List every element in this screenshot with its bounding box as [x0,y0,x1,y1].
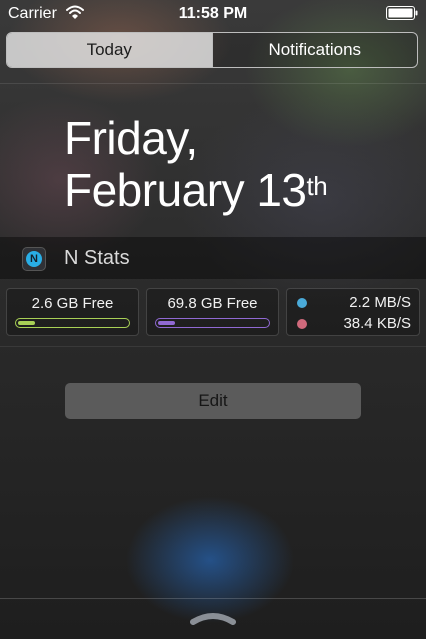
storage-card-2[interactable]: 69.8 GB Free [146,288,279,336]
status-time: 11:58 PM [178,5,248,22]
download-dot [297,298,307,308]
storage-free-value: 69.8 GB Free [167,295,258,312]
network-row-download: 2.2 MB/S [287,293,419,313]
battery-icon [386,6,418,20]
divider [0,598,426,599]
storage-free-value: 2.6 GB Free [31,295,114,312]
app-icon-letter: N [26,251,42,267]
network-row-upload: 38.4 KB/S [287,314,419,334]
date-ordinal-suffix: th [306,171,328,201]
date-weekday: Friday, [64,112,198,164]
download-speed: 2.2 MB/S [349,294,411,311]
storage-usage-fill [158,321,175,325]
widget-title: N Stats [64,247,130,269]
stats-widget: 2.6 GB Free 69.8 GB Free 2.2 MB/S 38.4 K… [6,288,420,338]
nstats-app-icon: N [22,247,46,271]
status-bar: Carrier 11:58 PM [0,0,426,28]
widget-header[interactable]: N N Stats [0,237,426,279]
today-notifications-segmented-control: Today Notifications [6,32,418,68]
tab-notifications[interactable]: Notifications [211,33,417,67]
edit-button[interactable]: Edit [65,383,361,419]
upload-speed: 38.4 KB/S [343,315,411,332]
upload-dot [297,319,307,329]
divider [0,83,426,84]
divider [0,346,426,347]
date-month-day: February 13 [64,164,307,216]
notification-center: Carrier 11:58 PM Today Notifications Fri… [0,0,426,639]
chevron-up-icon[interactable] [190,608,236,626]
storage-usage-bar [15,318,130,328]
network-card[interactable]: 2.2 MB/S 38.4 KB/S [286,288,420,336]
storage-usage-fill [18,321,35,325]
today-date: Friday, February 13th [64,112,328,216]
storage-usage-bar [155,318,270,328]
tab-today[interactable]: Today [7,33,212,67]
storage-card-1[interactable]: 2.6 GB Free [6,288,139,336]
